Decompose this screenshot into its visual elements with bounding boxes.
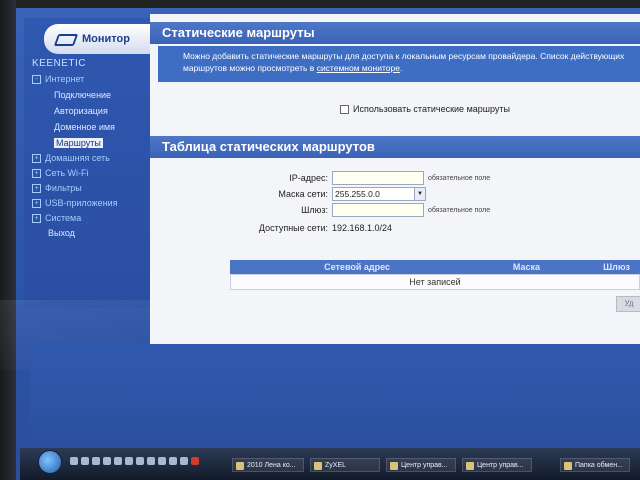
ip-input[interactable] [332, 171, 424, 185]
quicklaunch-icon[interactable] [147, 457, 155, 465]
taskbar: 2010 Лена ко... ZyXEL Центр управ... Цен… [20, 448, 640, 480]
taskbar-item[interactable]: ZyXEL [310, 458, 380, 472]
quicklaunch-icon[interactable] [136, 457, 144, 465]
checkbox-label: Использовать статические маршруты [353, 104, 510, 114]
brand-label: KEENETIC [32, 58, 87, 69]
quicklaunch-icon[interactable] [158, 457, 166, 465]
sidebar-group-label: Домашняя сеть [45, 153, 110, 163]
sidebar-item-exit[interactable]: Выход [32, 226, 150, 241]
main-panel: Статические маршруты Можно добавить стат… [150, 14, 640, 344]
mask-label: Маска сети: [278, 189, 328, 199]
quicklaunch-icon[interactable] [81, 457, 89, 465]
ip-hint: обязательное поле [428, 174, 491, 182]
gateway-row: Шлюз: обязательное поле [150, 202, 490, 218]
collapse-icon: - [32, 75, 41, 84]
expand-icon: + [32, 184, 41, 193]
sidebar-item-connection[interactable]: Подключение [32, 87, 150, 103]
ip-label: IP-адрес: [289, 173, 328, 183]
section-title-static-routes: Статические маршруты [150, 22, 640, 44]
quicklaunch-icon[interactable] [125, 457, 133, 465]
start-button[interactable] [38, 450, 62, 474]
monitor-bezel-left [0, 0, 16, 480]
table-header: Сетевой адрес Маска Шлюз [230, 260, 640, 274]
sidebar-group-usb[interactable]: + USB-приложения [32, 196, 150, 211]
sidebar-group-wifi[interactable]: + Сеть Wi-Fi [32, 166, 150, 181]
sidebar-group-label: Интернет [45, 74, 85, 84]
info-box: Можно добавить статические маршруты для … [158, 46, 640, 82]
available-networks-row: Доступные сети: 192.168.1.0/24 [150, 220, 392, 236]
expand-icon: + [32, 214, 41, 223]
sidebar-group-home-network[interactable]: + Домашняя сеть [32, 151, 150, 166]
sidebar-item-label: Маршруты [54, 138, 103, 148]
table-empty-row: Нет записей [230, 274, 640, 290]
system-monitor-link[interactable]: системном мониторе [317, 63, 400, 73]
col-gateway: Шлюз [603, 262, 630, 272]
available-label: Доступные сети: [258, 223, 328, 233]
sidebar-item-routes[interactable]: Маршруты [32, 135, 150, 151]
available-value: 192.168.1.0/24 [332, 223, 393, 233]
monitor-bezel-top [0, 0, 640, 8]
chevron-down-icon: ▼ [414, 188, 425, 200]
quicklaunch-icon[interactable] [103, 457, 111, 465]
delete-button[interactable]: Уд [616, 296, 640, 312]
sidebar-item-authorization[interactable]: Авторизация [32, 103, 150, 119]
mask-row: Маска сети: 255.255.0.0 ▼ [150, 186, 426, 202]
ip-row: IP-адрес: обязательное поле [150, 170, 490, 186]
quicklaunch-icon[interactable] [70, 457, 78, 465]
screen: Монитор KEENETIC - Интернет Подключение … [0, 0, 640, 480]
col-mask: Маска [512, 262, 540, 272]
sidebar-menu: - Интернет Подключение Авторизация Домен… [32, 72, 150, 241]
expand-icon: + [32, 169, 41, 178]
sidebar-item-domain-name[interactable]: Доменное имя [32, 119, 150, 135]
sidebar-group-label: Система [45, 213, 82, 223]
use-static-routes-checkbox[interactable] [340, 104, 349, 114]
gateway-label: Шлюз: [301, 205, 328, 215]
info-text: Можно добавить статические маршруты для … [183, 51, 625, 73]
taskbar-item[interactable]: Центр управ... [462, 458, 532, 472]
monitor-icon [54, 32, 76, 46]
info-end: . [399, 63, 403, 73]
monitor-tab[interactable]: Монитор [44, 24, 152, 54]
mask-value: 255.255.0.0 [335, 189, 380, 199]
taskbar-item[interactable]: Центр управ... [386, 458, 456, 472]
routes-table: Сетевой адрес Маска Шлюз Нет записей [230, 260, 640, 290]
quicklaunch-icon[interactable] [169, 457, 177, 465]
sidebar: Монитор KEENETIC - Интернет Подключение … [24, 18, 152, 308]
section-title-routes-table: Таблица статических маршрутов [150, 136, 640, 158]
sidebar-group-label: Сеть Wi-Fi [45, 168, 89, 178]
sidebar-group-label: Фильтры [45, 183, 82, 193]
sidebar-group-system[interactable]: + Система [32, 211, 150, 226]
gateway-input[interactable] [332, 203, 424, 217]
sidebar-group-internet[interactable]: - Интернет [32, 72, 150, 87]
use-static-routes-row: Использовать статические маршруты [340, 104, 510, 114]
gateway-hint: обязательное поле [428, 206, 491, 214]
quicklaunch-icon[interactable] [92, 457, 100, 465]
expand-icon: + [32, 154, 41, 163]
monitor-label: Монитор [82, 33, 130, 45]
sidebar-group-label: USB-приложения [45, 198, 118, 208]
page-background-lower [30, 344, 640, 444]
mask-select[interactable]: 255.255.0.0 ▼ [332, 187, 426, 201]
col-network-address: Сетевой адрес [324, 262, 390, 272]
quicklaunch-icon[interactable] [180, 457, 188, 465]
expand-icon: + [32, 199, 41, 208]
taskbar-item[interactable]: 2010 Лена ко... [232, 458, 304, 472]
quick-launch [70, 457, 199, 465]
taskbar-item[interactable]: Папка обмен... [560, 458, 630, 472]
sidebar-group-filters[interactable]: + Фильтры [32, 181, 150, 196]
quicklaunch-icon[interactable] [114, 457, 122, 465]
quicklaunch-icon[interactable] [191, 457, 199, 465]
